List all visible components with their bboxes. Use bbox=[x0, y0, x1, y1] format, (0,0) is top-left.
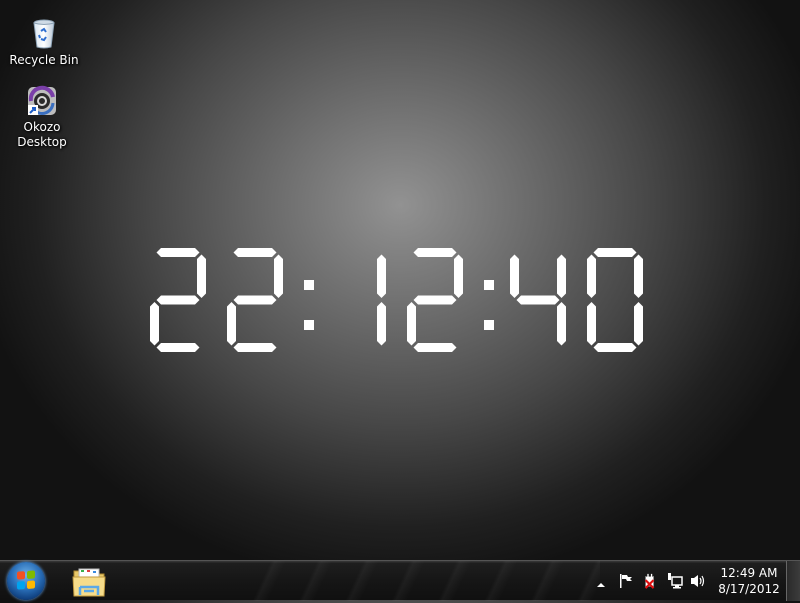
volume-icon[interactable] bbox=[690, 573, 706, 589]
digit-segment-g bbox=[413, 295, 457, 305]
clock-digit bbox=[150, 248, 206, 352]
clock-digit bbox=[377, 254, 386, 346]
clock-digit bbox=[407, 248, 463, 352]
taskbar-time: 12:49 AM bbox=[720, 566, 778, 580]
digit-segment-a bbox=[413, 248, 457, 257]
taskbar-clock[interactable]: 12:49 AM 8/17/2012 bbox=[712, 565, 786, 597]
action-center-flag-icon[interactable] bbox=[618, 573, 634, 589]
digit-segment-a bbox=[156, 248, 200, 257]
folder-explorer-icon bbox=[72, 568, 106, 597]
digit-segment-b bbox=[197, 254, 206, 298]
network-icon[interactable] bbox=[666, 573, 684, 589]
digit-segment-e bbox=[407, 302, 416, 346]
digit-segment-c bbox=[557, 302, 566, 346]
digit-segment-a bbox=[593, 248, 637, 257]
digit-segment-c bbox=[634, 302, 643, 346]
digit-segment-a bbox=[233, 248, 277, 257]
power-unplugged-icon[interactable] bbox=[642, 573, 658, 589]
clock-colon-dot bbox=[304, 280, 314, 290]
up-arrow-icon[interactable] bbox=[596, 577, 606, 593]
show-desktop-button[interactable] bbox=[786, 561, 800, 601]
clock-digit bbox=[227, 248, 283, 352]
clock-display bbox=[150, 248, 643, 352]
digit-segment-e bbox=[227, 302, 236, 346]
digit-segment-g bbox=[156, 295, 200, 305]
digit-segment-f bbox=[587, 254, 596, 298]
digit-segment-e bbox=[587, 302, 596, 346]
windows-start-icon bbox=[17, 570, 36, 590]
taskbar-explorer-button[interactable] bbox=[70, 565, 108, 599]
taskbar-date: 8/17/2012 bbox=[718, 582, 780, 596]
clock-colon-dot bbox=[484, 320, 494, 330]
digit-segment-g bbox=[233, 295, 277, 305]
digit-segment-d bbox=[413, 343, 457, 352]
digit-segment-e bbox=[150, 302, 159, 346]
digit-segment-d bbox=[593, 343, 637, 352]
digit-segment-g bbox=[516, 295, 560, 305]
digit-segment-b bbox=[454, 254, 463, 298]
clock-digit bbox=[510, 254, 566, 346]
start-button[interactable] bbox=[7, 562, 45, 600]
digit-segment-d bbox=[156, 343, 200, 352]
digital-clock-gadget bbox=[0, 0, 800, 560]
digit-segment-b bbox=[274, 254, 283, 298]
taskbar-sheen bbox=[240, 561, 600, 601]
digit-segment-b bbox=[377, 254, 386, 298]
taskbar: 12:49 AM 8/17/2012 bbox=[0, 560, 800, 601]
digit-segment-b bbox=[634, 254, 643, 298]
digit-segment-d bbox=[233, 343, 277, 352]
digit-segment-b bbox=[557, 254, 566, 298]
clock-digit bbox=[587, 248, 643, 352]
clock-colon-dot bbox=[304, 320, 314, 330]
digit-segment-f bbox=[510, 254, 519, 298]
digit-segment-c bbox=[377, 302, 386, 346]
clock-colon-dot bbox=[484, 280, 494, 290]
